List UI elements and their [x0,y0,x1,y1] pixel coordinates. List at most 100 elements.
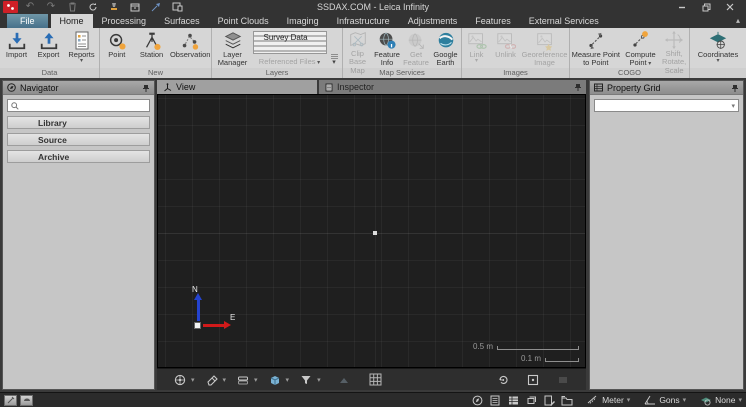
measure-tool-icon [337,373,351,387]
scale-bar-minor-label: 0.1 m [521,355,541,362]
tab-surfaces[interactable]: Surfaces [155,14,209,28]
refresh-icon[interactable] [87,1,99,13]
filter-dropdown-icon[interactable]: ▾ [317,376,321,384]
inspector-toggle-icon[interactable] [489,394,501,406]
send-pin-icon[interactable] [150,1,162,13]
archive-icon[interactable] [129,1,141,13]
workspace-pin-icon[interactable] [574,83,582,91]
filter-tool[interactable]: ▾ [299,373,321,387]
layer-gallery-dropdown-icon[interactable]: ▾ [332,60,336,66]
snap-tool[interactable]: ▾ [236,373,258,387]
title-bar: ↶ ↷ SSDAX.COM - Leica Infinity [0,0,746,14]
tab-view[interactable]: View [157,80,317,94]
window-controls [676,2,746,12]
minimize-button[interactable] [676,2,688,12]
coordinates-dropdown-icon [716,59,719,64]
tab-point-clouds[interactable]: Point Clouds [209,14,278,28]
layers-toggle-icon[interactable] [525,394,537,406]
report-toggle-icon[interactable] [543,394,555,406]
coordinates-icon [708,30,728,51]
tab-external-services[interactable]: External Services [520,14,608,28]
layer-manager-icon [223,30,243,51]
select-tool-dropdown-icon[interactable]: ▾ [223,376,227,384]
restore-button[interactable] [700,2,712,12]
compute-point-button[interactable]: Compute Point [622,29,660,68]
observation-label: Observation [170,51,210,59]
grid-view-toggle-icon[interactable] [507,394,519,406]
view-toolbar: ▾ ▾ ▾ ▾ [157,368,586,390]
navigator-search[interactable] [7,99,150,112]
new-station-button[interactable]: Station [134,29,170,68]
distance-unit-icon [587,394,599,406]
app-logo-button[interactable] [3,1,18,13]
angle-unit-dropdown[interactable]: Gons ▾ [644,394,686,406]
document-tabs: View Inspector [157,80,586,94]
new-observation-button[interactable]: Observation [169,29,211,68]
coordinate-system-dropdown[interactable]: None ▾ [700,394,742,406]
navigator-pin-icon[interactable] [142,84,150,92]
status-bar-right: Meter ▾ Gons ▾ None ▾ [471,394,742,406]
layer-gallery-scroll[interactable]: ▾ [328,29,341,68]
tab-imaging[interactable]: Imaging [278,14,328,28]
ribbon-group-coordinates: Coordinates [690,28,746,78]
export-button[interactable]: Export [33,29,65,68]
new-point-button[interactable]: Point [100,29,134,68]
basemap-toggle-icon[interactable] [561,394,573,406]
feature-info-button[interactable]: Feature Info [372,29,402,68]
display-settings-dropdown-icon[interactable]: ▾ [286,376,290,384]
inspector-tab-label: Inspector [337,82,374,92]
grid-toggle[interactable] [369,373,383,387]
view-mode-dropdown-icon[interactable]: ▾ [191,376,195,384]
navigator-section-archive[interactable]: Archive [7,150,150,163]
tab-infrastructure[interactable]: Infrastructure [328,14,399,28]
property-object-selector[interactable]: ▾ [594,99,739,112]
close-button[interactable] [724,2,736,12]
stamp-tool-icon[interactable] [108,1,120,13]
reports-button[interactable]: Reports [65,29,99,68]
status-tool-button-2[interactable] [20,395,33,406]
clip-base-map-icon [348,30,368,50]
layer-gallery[interactable]: Survey Data [253,31,327,54]
coordinates-button[interactable]: Coordinates [693,29,743,68]
feature-info-icon [377,30,397,51]
measure-point-to-point-label: Measure Point to Point [570,51,622,68]
property-grid-panel: Property Grid ▾ [589,80,744,390]
extra-tool-disabled [556,373,570,387]
import-label: Import [6,51,27,59]
export-label: Export [38,51,60,59]
scale-bar-major-label: 0.5 m [473,343,493,350]
property-grid-pin-icon[interactable] [731,84,739,92]
get-feature-icon [406,30,426,51]
ribbon-collapse-icon[interactable]: ▴ [736,14,740,28]
view-mode-tool[interactable]: ▾ [173,373,195,387]
tab-features[interactable]: Features [466,14,520,28]
tab-file[interactable]: File [7,14,48,28]
distance-unit-dropdown[interactable]: Meter ▾ [587,394,630,406]
reset-rotation-button[interactable] [496,373,510,387]
google-earth-button[interactable]: Google Earth [430,29,461,68]
angle-unit-value: Gons [659,395,679,405]
get-feature-label: Get Feature [402,51,430,68]
layer-manager-button[interactable]: Layer Manager [214,29,252,68]
measure-point-to-point-button[interactable]: Measure Point to Point [570,29,622,68]
navigator-toggle-icon[interactable] [471,394,483,406]
navigator-section-source[interactable]: Source [7,133,150,146]
zoom-extents-button[interactable] [526,373,540,387]
map-canvas[interactable]: N E 0.5 m 0.1 m [157,94,586,368]
tab-home[interactable]: Home [51,14,93,28]
window-layout-icon[interactable] [171,1,183,13]
referenced-files-button: Referenced Files [253,57,327,66]
tab-processing[interactable]: Processing [93,14,156,28]
status-tool-button-1[interactable] [4,395,17,406]
search-input[interactable] [22,100,146,111]
ribbon-group-new: Point Station Observation New [100,28,212,78]
snap-tool-dropdown-icon[interactable]: ▾ [254,376,258,384]
select-tool[interactable]: ▾ [205,373,227,387]
tab-inspector[interactable]: Inspector [319,80,586,94]
angle-unit-icon [644,394,656,406]
display-settings-tool[interactable]: ▾ [268,373,290,387]
tab-adjustments[interactable]: Adjustments [399,14,467,28]
search-icon [11,102,19,110]
import-button[interactable]: Import [1,29,33,68]
navigator-section-library[interactable]: Library [7,116,150,129]
